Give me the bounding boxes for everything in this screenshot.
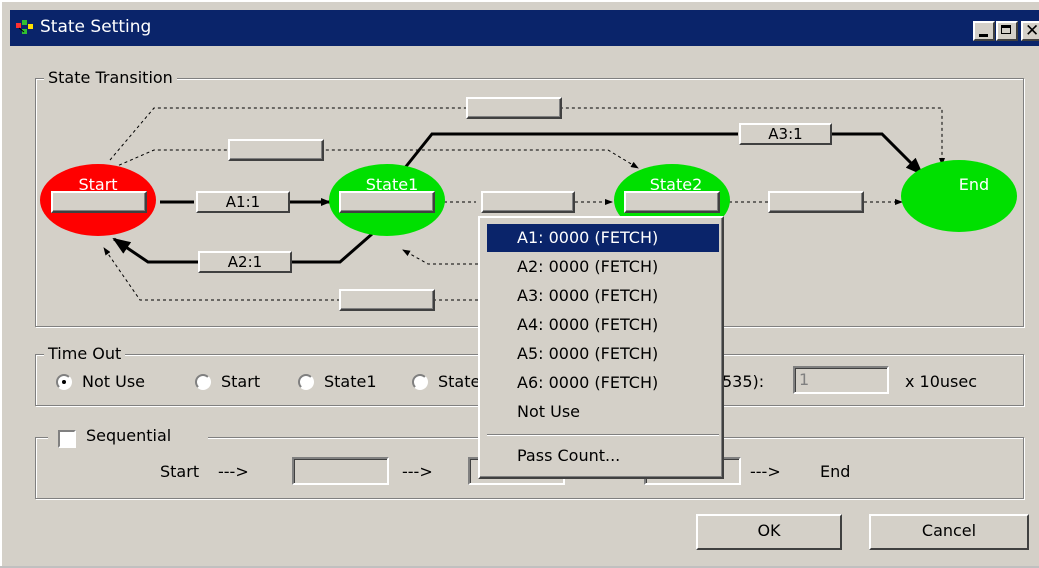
edge-state2-state1 xyxy=(402,249,478,265)
timeout-unit: x 10usec xyxy=(905,372,978,391)
edge-a3-in xyxy=(402,132,738,170)
sequential-arrow: ---> xyxy=(218,462,249,481)
edge-start-state2-field[interactable] xyxy=(228,139,324,161)
sequential-arrow: ---> xyxy=(402,462,433,481)
timeout-option-label: Not Use xyxy=(82,372,146,391)
edge-a2-in xyxy=(292,232,373,264)
timeout-radio-state1[interactable] xyxy=(298,374,314,390)
state-state1-field[interactable] xyxy=(339,191,435,213)
edge-state1-state2-field[interactable] xyxy=(481,191,575,213)
edge-a2-out xyxy=(112,237,198,264)
edge-any-start-field[interactable] xyxy=(339,289,435,311)
sequential-checkbox[interactable] xyxy=(58,430,76,448)
ok-button[interactable]: OK xyxy=(696,514,842,550)
menu-item-not-use[interactable]: Not Use xyxy=(487,398,719,426)
menu-item-a1[interactable]: A1: 0000 (FETCH) xyxy=(487,224,719,252)
sequential-arrow: ---> xyxy=(750,462,781,481)
state-end-node xyxy=(901,160,1017,232)
state-state2-field[interactable] xyxy=(624,191,720,213)
edge-state2-end-field[interactable] xyxy=(768,191,864,213)
edge-a3-out xyxy=(832,132,924,176)
condition-context-menu: A1: 0000 (FETCH) A2: 0000 (FETCH) A3: 00… xyxy=(478,216,724,479)
menu-item-a6[interactable]: A6: 0000 (FETCH) xyxy=(487,369,719,397)
state-setting-window: State Setting ✕ State Transition Start S… xyxy=(0,0,1039,566)
edge-start-end-field[interactable] xyxy=(466,97,562,119)
state-start-field[interactable] xyxy=(51,191,147,213)
state-end-label: End xyxy=(959,175,989,194)
timeout-radio-state2[interactable] xyxy=(412,374,428,390)
timeout-radio-not-use[interactable] xyxy=(56,374,72,390)
cancel-button[interactable]: Cancel xyxy=(869,514,1029,550)
timeout-value-input[interactable]: 1 xyxy=(793,366,889,394)
sequential-start: Start xyxy=(160,462,200,481)
menu-item-a3[interactable]: A3: 0000 (FETCH) xyxy=(487,282,719,310)
sequential-label: Sequential xyxy=(86,426,172,445)
sequential-field-1[interactable] xyxy=(292,457,389,485)
menu-item-a4[interactable]: A4: 0000 (FETCH) xyxy=(487,311,719,339)
timeout-value: 1 xyxy=(799,370,810,389)
menu-separator xyxy=(487,434,719,436)
edge-a2-label[interactable]: A2:1 xyxy=(198,251,292,273)
timeout-range-label: 535): xyxy=(722,372,765,391)
edge-a3-label[interactable]: A3:1 xyxy=(739,123,832,145)
menu-item-a2[interactable]: A2: 0000 (FETCH) xyxy=(487,253,719,281)
timeout-legend: Time Out xyxy=(44,344,126,363)
timeout-option-label: State xyxy=(438,372,481,391)
menu-item-a5[interactable]: A5: 0000 (FETCH) xyxy=(487,340,719,368)
sequential-end: End xyxy=(820,462,851,481)
timeout-option-label: State1 xyxy=(324,372,377,391)
edge-a1-label[interactable]: A1:1 xyxy=(196,191,290,213)
timeout-radio-start[interactable] xyxy=(195,374,211,390)
menu-item-pass-count[interactable]: Pass Count... xyxy=(487,442,719,470)
timeout-option-label: Start xyxy=(221,372,261,391)
